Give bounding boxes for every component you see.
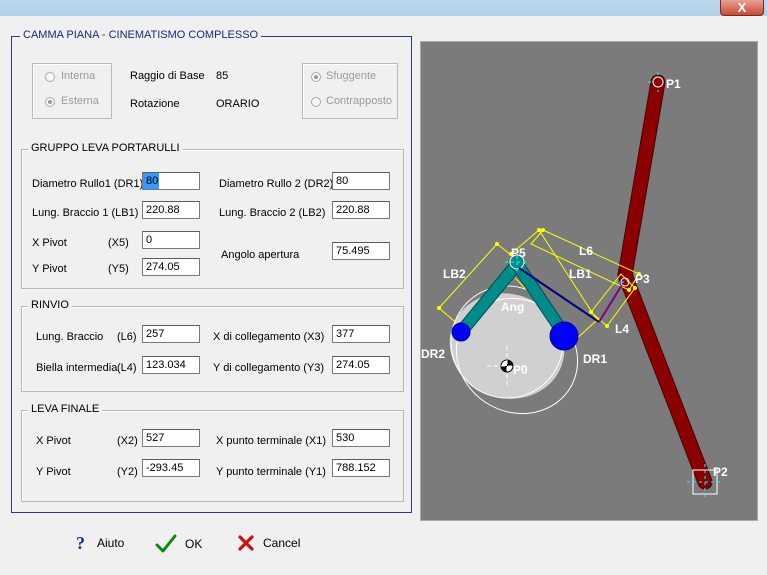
y5-input[interactable] <box>142 258 200 276</box>
x3-label: X di collegamento (X3) <box>213 331 325 343</box>
label-lb2: LB2 <box>443 267 466 281</box>
label-dr1: DR1 <box>583 352 607 366</box>
radio-contrapposto-label: Contrapposto <box>326 95 393 107</box>
x2-input[interactable] <box>142 429 200 447</box>
base-radius-label: Raggio di Base <box>130 70 205 82</box>
l4-input[interactable] <box>142 356 200 374</box>
x3-input[interactable] <box>332 325 390 343</box>
label-p1: P1 <box>666 77 681 91</box>
radio-esterna[interactable] <box>45 97 55 107</box>
x1-label: X punto terminale (X1) <box>216 435 327 447</box>
x1-input[interactable] <box>332 429 390 447</box>
dialog-body: CAMMA PIANA - CINEMATISMO COMPLESSO Inte… <box>0 16 767 575</box>
label-p2: P2 <box>713 465 728 479</box>
rinvio-group-title: RINVIO <box>28 299 72 311</box>
main-groupbox: CAMMA PIANA - CINEMATISMO COMPLESSO Inte… <box>11 29 412 513</box>
y3-label: Y di collegamento (Y3) <box>213 362 325 374</box>
y2-input[interactable] <box>142 459 200 477</box>
x5-label: X Pivot <box>32 237 67 249</box>
roller-lever-group: GRUPPO LEVA PORTARULLI Diametro Rullo1 (… <box>21 142 404 289</box>
y2-label: Y Pivot <box>36 466 71 478</box>
cancel-button[interactable]: Cancel <box>237 534 300 552</box>
angle-input[interactable] <box>332 242 390 260</box>
question-icon: ? <box>76 534 85 552</box>
svg-text:?: ? <box>76 534 85 552</box>
roller-lever-group-title: GRUPPO LEVA PORTARULLI <box>28 142 183 154</box>
l4-label: Biella intermedia <box>36 362 118 374</box>
y5-code: (Y5) <box>108 263 129 275</box>
l6-label: Lung. Braccio <box>36 331 104 343</box>
ok-button[interactable]: OK <box>155 534 202 554</box>
y1-input[interactable] <box>332 459 390 477</box>
label-lb1: LB1 <box>569 267 592 281</box>
help-button[interactable]: ? Aiuto <box>75 534 124 552</box>
radio-sfuggente[interactable] <box>311 72 321 82</box>
ok-button-label: OK <box>185 537 203 551</box>
lb1-input[interactable] <box>142 201 200 219</box>
lb1-label: Lung. Braccio 1 (LB1) <box>32 207 139 219</box>
y1-label: Y punto terminale (Y1) <box>216 466 326 478</box>
label-p3: P3 <box>635 272 650 286</box>
angle-label: Angolo apertura <box>221 249 300 261</box>
follower-mode-group: Sfuggente Contrapposto <box>302 63 398 119</box>
dr2-input[interactable] <box>332 172 390 190</box>
dr2-label: Diametro Rullo 2 (DR2) <box>219 178 334 190</box>
x2-label: X Pivot <box>36 435 71 447</box>
final-lever-group-title: LEVA FINALE <box>28 403 103 415</box>
y2-code: (Y2) <box>117 466 138 478</box>
help-button-label: Aiuto <box>97 536 125 550</box>
l6-input[interactable] <box>142 325 200 343</box>
cam-side-group: Interna Esterna <box>32 63 112 119</box>
l6-code: (L6) <box>117 331 137 343</box>
label-p0: P0 <box>513 363 528 377</box>
lb2-input[interactable] <box>332 201 390 219</box>
rotation-value: ORARIO <box>216 98 260 110</box>
base-radius-value: 85 <box>216 70 229 82</box>
rotation-label: Rotazione <box>130 98 180 110</box>
radio-interna-label: Interna <box>61 70 96 82</box>
y3-input[interactable] <box>332 356 390 374</box>
radio-esterna-label: Esterna <box>61 95 99 107</box>
radio-sfuggente-label: Sfuggente <box>326 70 377 82</box>
main-group-title: CAMMA PIANA - CINEMATISMO COMPLESSO <box>20 29 262 41</box>
final-lever-group: LEVA FINALE X Pivot (X2) X punto termina… <box>21 403 404 502</box>
dr1-input[interactable] <box>142 172 200 190</box>
radio-interna[interactable] <box>45 72 55 82</box>
x5-input[interactable] <box>142 231 200 249</box>
lb2-label: Lung. Braccio 2 (LB2) <box>219 207 326 219</box>
radio-contrapposto[interactable] <box>311 97 321 107</box>
close-button[interactable]: X <box>720 0 764 16</box>
label-l4: L4 <box>615 322 629 336</box>
y5-label: Y Pivot <box>32 263 67 275</box>
dr1-label: Diametro Rullo1 (DR1) <box>32 178 144 190</box>
label-l6: L6 <box>579 244 593 258</box>
x5-code: (X5) <box>108 237 129 249</box>
x2-code: (X2) <box>117 435 138 447</box>
label-ang: Ang <box>501 300 524 314</box>
l4-code: (L4) <box>117 362 137 374</box>
mechanism-drawing: P1 P2 P3 P5 P0 LB2 LB1 L6 L4 Ang DR1 DR2 <box>420 41 758 521</box>
cancel-x-icon <box>238 535 254 551</box>
label-p5: P5 <box>511 246 526 260</box>
rinvio-group: RINVIO Lung. Braccio (L6) X di collegame… <box>21 299 404 392</box>
mechanism-svg: P1 P2 P3 P5 P0 LB2 LB1 L6 L4 Ang DR1 DR2 <box>421 72 728 500</box>
final-lever <box>617 72 723 500</box>
cancel-button-label: Cancel <box>263 536 301 550</box>
label-dr2: DR2 <box>421 347 445 361</box>
checkmark-icon <box>155 534 177 553</box>
